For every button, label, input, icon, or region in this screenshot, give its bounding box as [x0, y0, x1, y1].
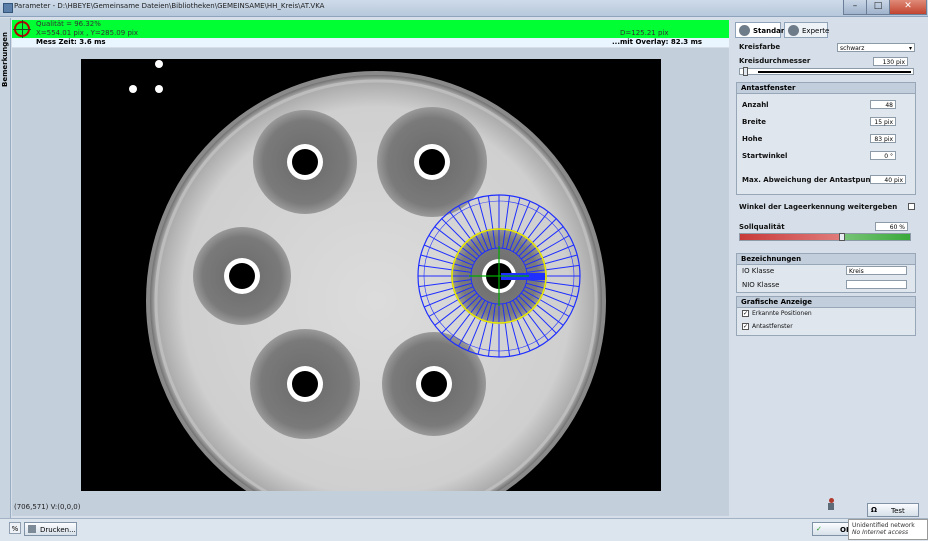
drucken-button[interactable]: Drucken...: [24, 522, 77, 536]
standard-icon: [739, 25, 750, 36]
breite-label: Breite: [742, 118, 767, 126]
kreisdurchmesser-slider[interactable]: [739, 67, 914, 76]
anzahl-label: Anzahl: [742, 101, 769, 109]
window-title: Parameter - D:\HBEYE\Gemeinsame Dateien\…: [14, 2, 325, 10]
erkannte-positionen-label: Erkannte Positionen: [752, 310, 812, 317]
crosshair-target-icon: [13, 20, 31, 38]
tab-experte[interactable]: Experte: [784, 22, 829, 38]
mess-zeit-text: Mess Zeit: 3.6 ms: [36, 38, 106, 46]
maximize-button[interactable]: □: [866, 0, 890, 15]
antastfenster-title: Antastfenster: [737, 83, 915, 94]
notification-line-2: No Internet access: [852, 529, 909, 536]
check-icon: ✓: [816, 525, 822, 533]
ok-button[interactable]: ✓ OK: [812, 522, 852, 536]
kreisdurchmesser-label: Kreisdurchmesser: [739, 57, 811, 65]
startwinkel-label: Startwinkel: [742, 152, 788, 160]
sollqualitaet-slider[interactable]: [739, 233, 911, 241]
bemerkungen-tab-label: Bemerkungen: [1, 32, 9, 87]
antastfenster-checkbox[interactable]: ✓: [742, 323, 749, 330]
winkel-label: Winkel der Lageerkennung weitergeben: [739, 203, 898, 211]
winkel-checkbox[interactable]: [908, 203, 915, 210]
network-notification[interactable]: Unidentified network No Internet access: [848, 519, 928, 540]
sollqualitaet-label: Sollqualität: [739, 223, 785, 231]
antastfenster-anzeige-label: Antastfenster: [752, 323, 793, 330]
nio-klasse-field[interactable]: [846, 280, 907, 289]
detection-overlay: [417, 194, 581, 358]
tools-icon[interactable]: %: [9, 522, 21, 534]
close-button[interactable]: ✕: [889, 0, 927, 15]
hoehe-field[interactable]: 83 pix: [870, 134, 896, 143]
dot: [155, 60, 163, 68]
person-icon: [826, 498, 836, 512]
minimize-button[interactable]: –: [843, 0, 867, 15]
test-button[interactable]: Ω Test: [867, 503, 919, 517]
coordinates-text: X=554.01 pix , Y=285.09 pix: [36, 29, 138, 37]
dot: [155, 85, 163, 93]
io-klasse-label: IO Klasse: [742, 267, 775, 275]
bemerkungen-tab[interactable]: [0, 18, 11, 518]
hoehe-label: Hohe: [742, 135, 763, 143]
breite-field[interactable]: 15 pix: [870, 117, 896, 126]
bottom-bar: [0, 518, 928, 541]
tab-standard[interactable]: Standard: [735, 22, 789, 38]
startwinkel-field[interactable]: 0 °: [870, 151, 896, 160]
bezeichnungen-title: Bezeichnungen: [737, 254, 915, 265]
kreisfarbe-select[interactable]: schwarz ▾: [837, 43, 915, 52]
quality-text: Qualität = 96.32%: [36, 20, 101, 28]
notification-line-1: Unidentified network: [852, 522, 915, 529]
max-abweichung-label: Max. Abweichung der Antastpunkte: [742, 176, 884, 184]
printer-icon: [28, 525, 36, 533]
diameter-text: D=125.21 pix: [620, 29, 669, 37]
io-klasse-field[interactable]: Kreis: [846, 266, 907, 275]
dot: [129, 85, 137, 93]
experte-icon: [788, 25, 799, 36]
slider-track: [758, 71, 911, 73]
erkannte-positionen-checkbox[interactable]: ✓: [742, 310, 749, 317]
slider-thumb[interactable]: [839, 233, 845, 241]
sollqualitaet-field[interactable]: 60 %: [875, 222, 908, 231]
max-abweichung-field[interactable]: 40 pix: [870, 175, 906, 184]
cursor-info: (706,571) V:(0,0,0): [14, 503, 81, 511]
kreisfarbe-label: Kreisfarbe: [739, 43, 781, 51]
omega-icon: Ω: [871, 506, 877, 514]
slider-thumb[interactable]: [743, 67, 748, 76]
kreisdurchmesser-field[interactable]: 130 pix: [873, 57, 908, 66]
grafische-anzeige-title: Grafische Anzeige: [737, 297, 915, 308]
camera-image[interactable]: [81, 59, 661, 491]
app-icon: [3, 3, 13, 13]
nio-klasse-label: NIO Klasse: [742, 281, 780, 289]
chevron-down-icon: ▾: [908, 45, 912, 52]
overlay-zeit-text: ...mit Overlay: 82.3 ms: [612, 38, 703, 46]
anzahl-field[interactable]: 48: [870, 100, 896, 109]
